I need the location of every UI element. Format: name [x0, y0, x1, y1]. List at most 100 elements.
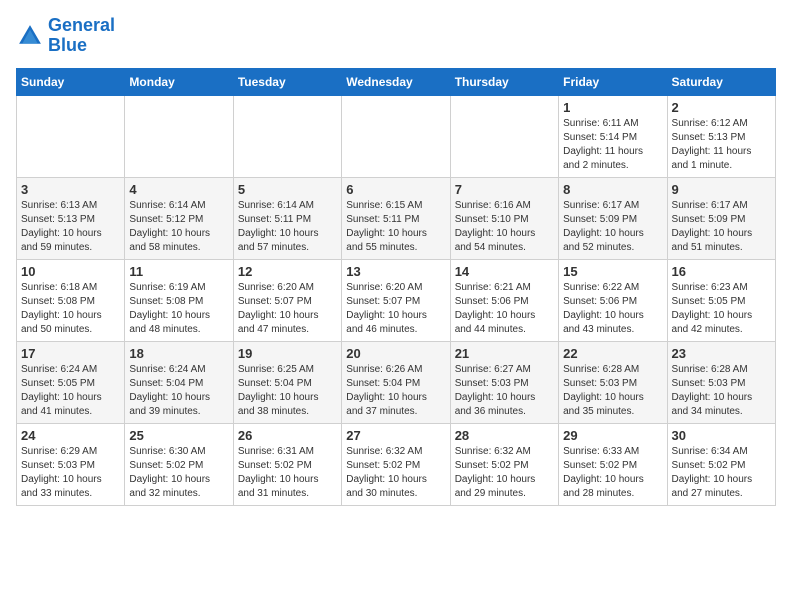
day-info: Sunrise: 6:23 AMSunset: 5:05 PMDaylight:…	[672, 281, 771, 337]
calendar-cell: 1 Sunrise: 6:11 AMSunset: 5:14 PMDaylight…	[559, 95, 667, 177]
calendar-week-row: 3 Sunrise: 6:13 AMSunset: 5:13 PMDaylight…	[17, 177, 776, 259]
day-number: 14	[455, 264, 554, 279]
day-info: Sunrise: 6:28 AMSunset: 5:03 PMDaylight:…	[563, 363, 662, 419]
day-info: Sunrise: 6:17 AMSunset: 5:09 PMDaylight:…	[672, 199, 771, 255]
day-number: 5	[238, 182, 337, 197]
day-info: Sunrise: 6:31 AMSunset: 5:02 PMDaylight:…	[238, 445, 337, 501]
day-number: 15	[563, 264, 662, 279]
day-info: Sunrise: 6:26 AMSunset: 5:04 PMDaylight:…	[346, 363, 445, 419]
day-info: Sunrise: 6:32 AMSunset: 5:02 PMDaylight:…	[455, 445, 554, 501]
day-number: 20	[346, 346, 445, 361]
day-number: 23	[672, 346, 771, 361]
calendar-cell: 20 Sunrise: 6:26 AMSunset: 5:04 PMDayligh…	[342, 341, 450, 423]
day-info: Sunrise: 6:12 AMSunset: 5:13 PMDaylight:…	[672, 117, 771, 173]
calendar-header-sunday: Sunday	[17, 68, 125, 95]
day-info: Sunrise: 6:24 AMSunset: 5:04 PMDaylight:…	[129, 363, 228, 419]
calendar-cell: 19 Sunrise: 6:25 AMSunset: 5:04 PMDayligh…	[233, 341, 341, 423]
day-number: 1	[563, 100, 662, 115]
day-info: Sunrise: 6:27 AMSunset: 5:03 PMDaylight:…	[455, 363, 554, 419]
calendar-cell: 29 Sunrise: 6:33 AMSunset: 5:02 PMDayligh…	[559, 423, 667, 505]
calendar-cell: 5 Sunrise: 6:14 AMSunset: 5:11 PMDaylight…	[233, 177, 341, 259]
day-info: Sunrise: 6:33 AMSunset: 5:02 PMDaylight:…	[563, 445, 662, 501]
calendar-cell: 8 Sunrise: 6:17 AMSunset: 5:09 PMDaylight…	[559, 177, 667, 259]
logo-text: General Blue	[48, 16, 115, 56]
day-number: 11	[129, 264, 228, 279]
calendar-cell: 21 Sunrise: 6:27 AMSunset: 5:03 PMDayligh…	[450, 341, 558, 423]
day-number: 30	[672, 428, 771, 443]
day-number: 25	[129, 428, 228, 443]
calendar-cell: 15 Sunrise: 6:22 AMSunset: 5:06 PMDayligh…	[559, 259, 667, 341]
day-info: Sunrise: 6:30 AMSunset: 5:02 PMDaylight:…	[129, 445, 228, 501]
day-number: 8	[563, 182, 662, 197]
day-number: 28	[455, 428, 554, 443]
calendar-cell: 24 Sunrise: 6:29 AMSunset: 5:03 PMDayligh…	[17, 423, 125, 505]
calendar-cell: 18 Sunrise: 6:24 AMSunset: 5:04 PMDayligh…	[125, 341, 233, 423]
calendar-header-tuesday: Tuesday	[233, 68, 341, 95]
day-number: 24	[21, 428, 120, 443]
day-info: Sunrise: 6:14 AMSunset: 5:11 PMDaylight:…	[238, 199, 337, 255]
calendar-week-row: 17Sunrise: 6:24 AMSunset: 5:05 PMDayligh…	[17, 341, 776, 423]
calendar-cell	[125, 95, 233, 177]
day-number: 13	[346, 264, 445, 279]
calendar-header-row: SundayMondayTuesdayWednesdayThursdayFrid…	[17, 68, 776, 95]
day-info: Sunrise: 6:25 AMSunset: 5:04 PMDaylight:…	[238, 363, 337, 419]
calendar-cell	[450, 95, 558, 177]
calendar-cell: 22 Sunrise: 6:28 AMSunset: 5:03 PMDayligh…	[559, 341, 667, 423]
day-info: Sunrise: 6:13 AMSunset: 5:13 PMDaylight:…	[21, 199, 120, 255]
calendar-cell: 2 Sunrise: 6:12 AMSunset: 5:13 PMDaylight…	[667, 95, 775, 177]
day-info: Sunrise: 6:34 AMSunset: 5:02 PMDaylight:…	[672, 445, 771, 501]
calendar-cell: 7Sunrise: 6:16 AMSunset: 5:10 PMDaylight…	[450, 177, 558, 259]
day-number: 22	[563, 346, 662, 361]
logo: General Blue	[16, 16, 115, 56]
page: General Blue SundayMondayTuesdayWednesda…	[0, 0, 792, 522]
calendar-cell: 27Sunrise: 6:32 AMSunset: 5:02 PMDayligh…	[342, 423, 450, 505]
day-number: 17	[21, 346, 120, 361]
calendar-header-friday: Friday	[559, 68, 667, 95]
day-number: 10	[21, 264, 120, 279]
calendar-cell	[233, 95, 341, 177]
day-info: Sunrise: 6:22 AMSunset: 5:06 PMDaylight:…	[563, 281, 662, 337]
day-info: Sunrise: 6:14 AMSunset: 5:12 PMDaylight:…	[129, 199, 228, 255]
day-number: 26	[238, 428, 337, 443]
day-number: 3	[21, 182, 120, 197]
day-number: 19	[238, 346, 337, 361]
day-info: Sunrise: 6:20 AMSunset: 5:07 PMDaylight:…	[238, 281, 337, 337]
day-number: 18	[129, 346, 228, 361]
calendar-header-monday: Monday	[125, 68, 233, 95]
day-number: 27	[346, 428, 445, 443]
day-info: Sunrise: 6:17 AMSunset: 5:09 PMDaylight:…	[563, 199, 662, 255]
day-info: Sunrise: 6:29 AMSunset: 5:03 PMDaylight:…	[21, 445, 120, 501]
day-number: 2	[672, 100, 771, 115]
day-info: Sunrise: 6:28 AMSunset: 5:03 PMDaylight:…	[672, 363, 771, 419]
day-number: 21	[455, 346, 554, 361]
calendar-cell: 3 Sunrise: 6:13 AMSunset: 5:13 PMDaylight…	[17, 177, 125, 259]
calendar-cell: 23 Sunrise: 6:28 AMSunset: 5:03 PMDayligh…	[667, 341, 775, 423]
calendar-cell: 4 Sunrise: 6:14 AMSunset: 5:12 PMDaylight…	[125, 177, 233, 259]
calendar-table: SundayMondayTuesdayWednesdayThursdayFrid…	[16, 68, 776, 506]
calendar-week-row: 24 Sunrise: 6:29 AMSunset: 5:03 PMDayligh…	[17, 423, 776, 505]
day-number: 29	[563, 428, 662, 443]
calendar-cell: 11Sunrise: 6:19 AMSunset: 5:08 PMDayligh…	[125, 259, 233, 341]
logo-icon	[16, 22, 44, 50]
calendar-cell: 10Sunrise: 6:18 AMSunset: 5:08 PMDayligh…	[17, 259, 125, 341]
day-info: Sunrise: 6:15 AMSunset: 5:11 PMDaylight:…	[346, 199, 445, 255]
calendar-header-saturday: Saturday	[667, 68, 775, 95]
calendar-cell: 17Sunrise: 6:24 AMSunset: 5:05 PMDayligh…	[17, 341, 125, 423]
calendar-cell: 12 Sunrise: 6:20 AMSunset: 5:07 PMDayligh…	[233, 259, 341, 341]
calendar-week-row: 10Sunrise: 6:18 AMSunset: 5:08 PMDayligh…	[17, 259, 776, 341]
calendar-header-thursday: Thursday	[450, 68, 558, 95]
day-number: 12	[238, 264, 337, 279]
calendar-cell	[17, 95, 125, 177]
day-info: Sunrise: 6:20 AMSunset: 5:07 PMDaylight:…	[346, 281, 445, 337]
day-info: Sunrise: 6:21 AMSunset: 5:06 PMDaylight:…	[455, 281, 554, 337]
calendar-cell: 13 Sunrise: 6:20 AMSunset: 5:07 PMDayligh…	[342, 259, 450, 341]
day-info: Sunrise: 6:11 AMSunset: 5:14 PMDaylight:…	[563, 117, 662, 173]
calendar-cell: 28 Sunrise: 6:32 AMSunset: 5:02 PMDayligh…	[450, 423, 558, 505]
day-number: 9	[672, 182, 771, 197]
day-info: Sunrise: 6:16 AMSunset: 5:10 PMDaylight:…	[455, 199, 554, 255]
calendar-cell: 9 Sunrise: 6:17 AMSunset: 5:09 PMDaylight…	[667, 177, 775, 259]
calendar-cell: 30 Sunrise: 6:34 AMSunset: 5:02 PMDayligh…	[667, 423, 775, 505]
day-number: 4	[129, 182, 228, 197]
calendar-cell: 25 Sunrise: 6:30 AMSunset: 5:02 PMDayligh…	[125, 423, 233, 505]
calendar-header-wednesday: Wednesday	[342, 68, 450, 95]
